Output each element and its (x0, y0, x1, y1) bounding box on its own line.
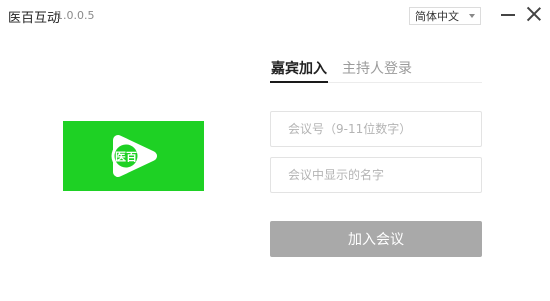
tab-host-login[interactable]: 主持人登录 (342, 58, 412, 78)
meeting-id-input[interactable] (270, 111, 482, 147)
minimize-icon[interactable] (500, 6, 516, 22)
logo-text: 医百 (115, 151, 137, 164)
tab-active-indicator (270, 81, 328, 83)
language-select[interactable]: 简体中文 (409, 7, 481, 25)
app-version: 1.0.0.5 (56, 9, 95, 22)
close-icon[interactable] (526, 6, 542, 22)
play-bubble-logo-icon: 医百 (111, 135, 157, 177)
language-select-value: 简体中文 (415, 10, 459, 23)
tab-guest-join[interactable]: 嘉宾加入 (271, 58, 327, 78)
logo-panel: 医百 (63, 121, 204, 191)
app-title: 医百互动 (8, 11, 61, 26)
join-meeting-button[interactable]: 加入会议 (270, 221, 482, 257)
chevron-down-icon (469, 14, 475, 18)
display-name-input[interactable] (270, 157, 482, 193)
